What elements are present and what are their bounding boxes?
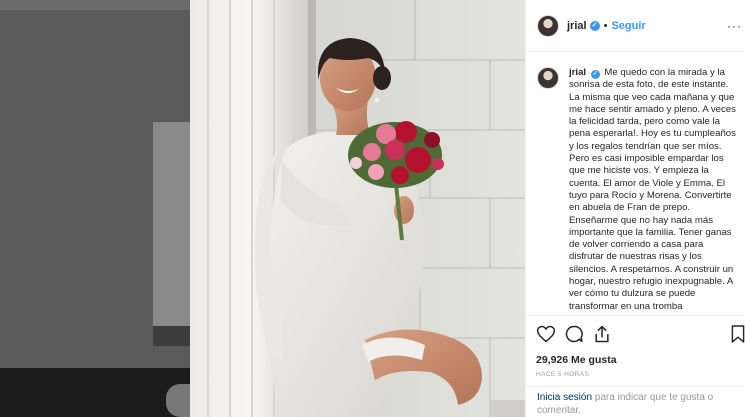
caption-verified-icon: ✓ (590, 70, 600, 79)
follow-button[interactable]: Seguir (611, 20, 645, 32)
bride-photo-image (190, 0, 525, 417)
likes-count[interactable]: 29,926 Me gusta (536, 354, 736, 366)
post-photo[interactable] (190, 0, 525, 417)
login-prompt: Inicia sesión para indicar que te gusta … (526, 386, 745, 417)
comment-icon[interactable] (564, 324, 584, 344)
heart-icon[interactable] (536, 324, 556, 344)
action-icons (536, 324, 745, 346)
post-timestamp[interactable]: HACE 5 HORAS (536, 371, 736, 378)
caption-area: jrial ✓ Me quedo con la mirada y la sonr… (526, 53, 745, 315)
more-options-icon[interactable]: ··· (727, 19, 742, 33)
username-link[interactable]: jrial (567, 20, 587, 32)
caption-text: jrial ✓ Me quedo con la mirada y la sonr… (569, 67, 736, 313)
bookmark-icon[interactable] (730, 324, 745, 344)
background-footer (0, 368, 190, 417)
verified-badge-icon: ✓ (589, 20, 600, 31)
background-header (0, 0, 190, 10)
login-link[interactable]: Inicia sesión (537, 392, 592, 403)
share-icon[interactable] (592, 324, 612, 344)
background-thumbnail-shadow (153, 326, 190, 346)
separator-dot: • (603, 19, 608, 32)
caption-username[interactable]: jrial (569, 67, 586, 78)
caption-avatar[interactable] (537, 67, 559, 89)
post-header: jrial ✓ • Seguir ··· (526, 0, 745, 52)
post-side-panel: jrial ✓ • Seguir ··· jrial ✓ Me quedo co… (525, 0, 745, 417)
background-thumbnail (153, 122, 190, 326)
avatar[interactable] (537, 14, 559, 37)
background-avatar (166, 384, 190, 417)
caption-body: Me quedo con la mirada y la sonrisa de e… (569, 67, 736, 312)
